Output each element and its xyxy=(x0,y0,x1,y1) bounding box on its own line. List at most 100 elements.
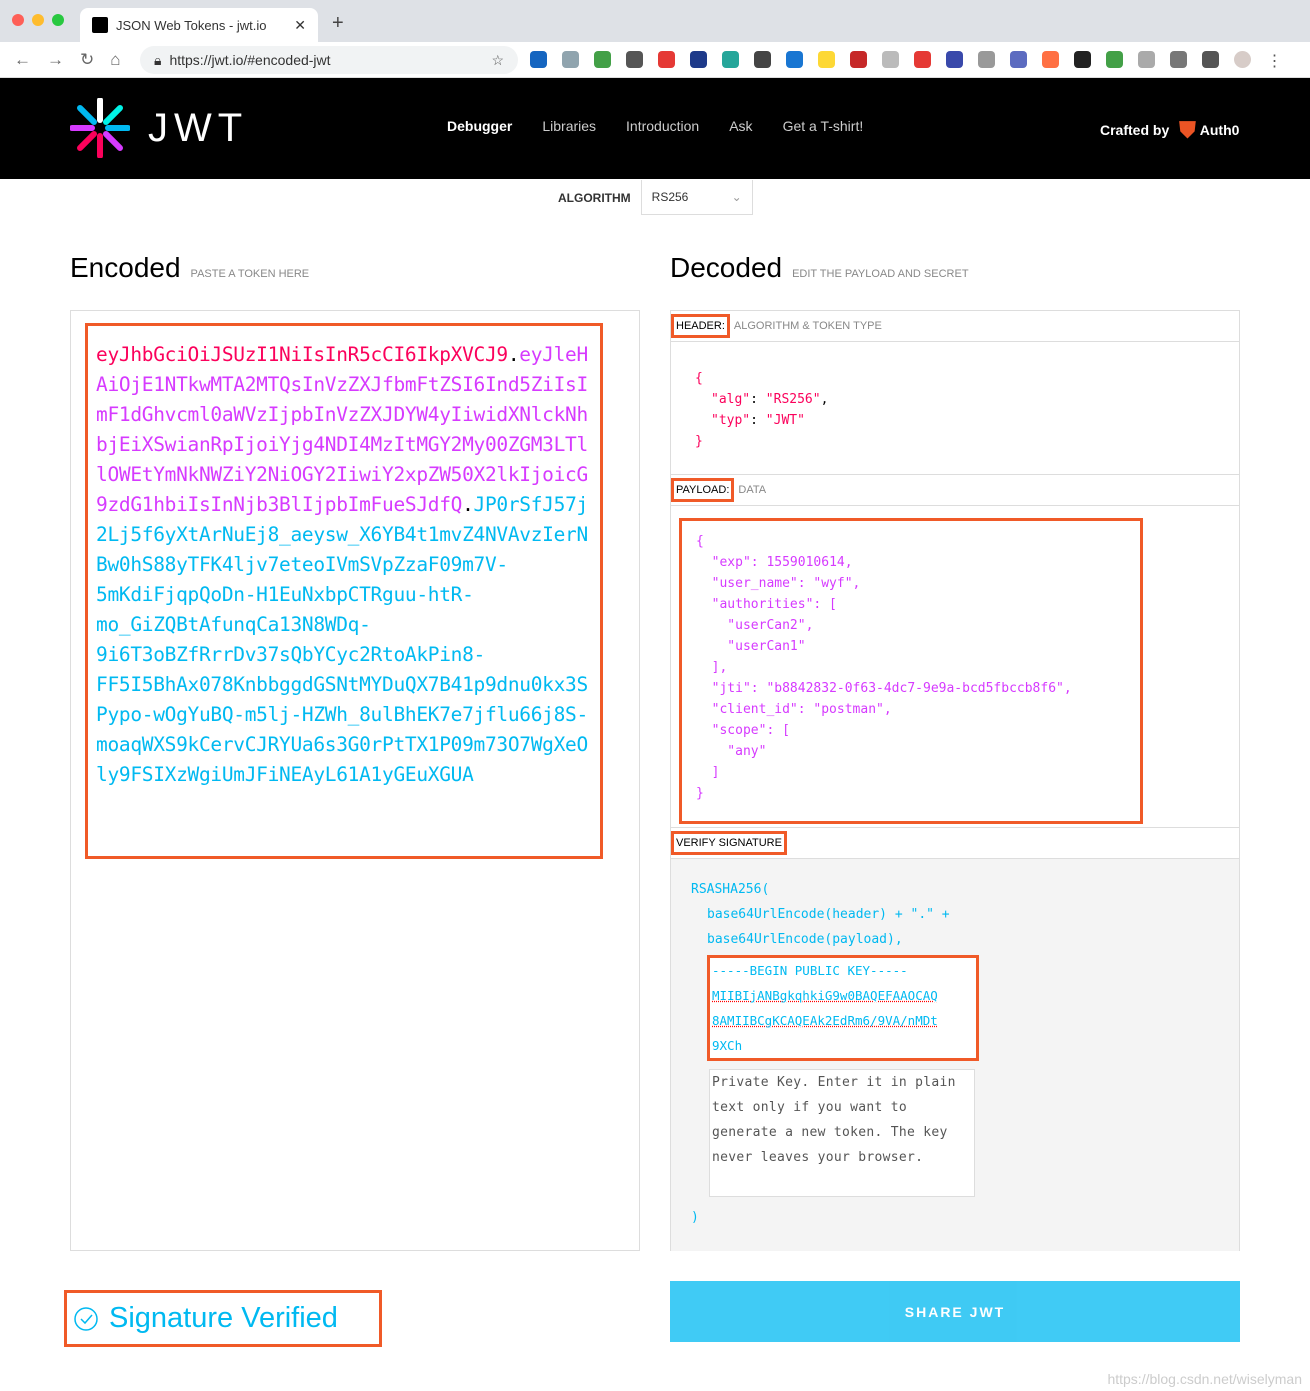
extension-icon[interactable] xyxy=(914,51,931,68)
public-key-line: MIIBIjANBgkqhkiG9w0BAQEFAAOCAQ xyxy=(712,988,938,1003)
share-jwt-button[interactable]: SHARE JWT xyxy=(670,1281,1240,1342)
verify-signature-body: RSASHA256( base64UrlEncode(header) + "."… xyxy=(671,859,1239,1251)
decoded-title: Decoded xyxy=(670,252,783,283)
encoded-title: Encoded xyxy=(70,252,181,283)
crafted-by-label: Crafted by xyxy=(1100,122,1170,138)
algorithm-select[interactable]: RS256 ⌄ xyxy=(640,180,753,215)
check-circle-icon xyxy=(74,1306,98,1331)
bookmark-star-icon[interactable]: ☆ xyxy=(491,52,504,69)
tab-title: JSON Web Tokens - jwt.io xyxy=(116,17,267,33)
token-payload-part: eyJleHAiOjE1NTkwMTA2MTQsInVzZXJfbmFtZSI6… xyxy=(96,343,588,516)
authority-value: userCan1 xyxy=(735,639,798,654)
extension-icon[interactable] xyxy=(754,51,771,68)
extension-icon[interactable] xyxy=(1074,51,1091,68)
nav-debugger[interactable]: Debugger xyxy=(447,118,512,134)
extension-icon[interactable] xyxy=(1138,51,1155,68)
encoded-token-input[interactable]: eyJhbGciOiJSUzI1NiIsInR5cCI6IkpXVCJ9.eyJ… xyxy=(85,323,603,859)
extension-icon[interactable] xyxy=(850,51,867,68)
payload-json[interactable]: { "exp": 1559010614, "user_name": "wyf",… xyxy=(679,518,1143,824)
extension-icon[interactable] xyxy=(626,51,643,68)
chevron-down-icon: ⌄ xyxy=(731,190,742,204)
extension-icon[interactable] xyxy=(946,51,963,68)
watermark: https://blog.csdn.net/wiselyman xyxy=(1107,1371,1302,1387)
jwt-favicon-icon xyxy=(92,17,108,33)
encoded-panel[interactable]: eyJhbGciOiJSUzI1NiIsInR5cCI6IkpXVCJ9.eyJ… xyxy=(70,310,640,1251)
public-key-input[interactable]: -----BEGIN PUBLIC KEY----- MIIBIjANBgkqh… xyxy=(707,955,979,1061)
extension-icon[interactable] xyxy=(690,51,707,68)
alg-value: RS256 xyxy=(773,392,813,407)
main-nav: Debugger Libraries Introduction Ask Get … xyxy=(447,118,863,134)
back-icon[interactable]: ← xyxy=(14,50,31,70)
auth0-label: Auth0 xyxy=(1199,122,1240,138)
nav-introduction[interactable]: Introduction xyxy=(626,118,699,134)
jwt-logo-icon xyxy=(70,98,130,158)
extension-icon[interactable] xyxy=(1010,51,1027,68)
header-desc: ALGORITHM & TOKEN TYPE xyxy=(733,320,882,332)
extension-icon[interactable] xyxy=(530,51,547,68)
algorithm-value: RS256 xyxy=(651,190,689,204)
payload-section-label: PAYLOAD: DATA xyxy=(671,475,1239,506)
close-tab-icon[interactable]: ✕ xyxy=(294,17,306,34)
scope-value: any xyxy=(735,744,759,759)
public-key-line: -----BEGIN PUBLIC KEY----- xyxy=(712,963,908,978)
logo-text: JWT xyxy=(148,105,249,150)
header-section-label: HEADER: ALGORITHM & TOKEN TYPE xyxy=(671,311,1239,342)
encoded-title-row: Encoded PASTE A TOKEN HERE xyxy=(70,252,309,284)
encoded-subtitle: PASTE A TOKEN HERE xyxy=(190,268,310,280)
auth0-shield-icon: ⛊ xyxy=(1179,117,1196,142)
token-header-part: eyJhbGciOiJSUzI1NiIsInR5cCI6IkpXVCJ9 xyxy=(96,343,508,366)
token-dot: . xyxy=(462,493,474,516)
extension-icon[interactable] xyxy=(722,51,739,68)
decoded-title-row: Decoded EDIT THE PAYLOAD AND SECRET xyxy=(670,252,969,284)
reload-icon[interactable]: ↻ xyxy=(80,50,94,70)
extension-icon[interactable] xyxy=(882,51,899,68)
verify-label: VERIFY SIGNATURE xyxy=(671,831,787,855)
verify-line1: base64UrlEncode(header) + "." + xyxy=(707,907,950,922)
private-key-input[interactable]: Private Key. Enter it in plain text only… xyxy=(709,1069,975,1197)
authority-value: userCan2 xyxy=(735,618,798,633)
extension-icon[interactable] xyxy=(1106,51,1123,68)
nav-libraries[interactable]: Libraries xyxy=(542,118,596,134)
profile-avatar[interactable] xyxy=(1234,51,1251,68)
browser-tab[interactable]: JSON Web Tokens - jwt.io ✕ xyxy=(80,8,318,42)
header-json-editor[interactable]: { "alg": "RS256", "typ": "JWT" } xyxy=(671,342,1239,475)
extension-icon[interactable] xyxy=(562,51,579,68)
verify-line2: base64UrlEncode(payload), xyxy=(707,932,903,947)
extension-icon[interactable] xyxy=(594,51,611,68)
client-id-value: postman xyxy=(821,702,877,717)
more-menu-icon[interactable]: ⋮ xyxy=(1266,51,1283,70)
public-key-line: 8AMIIBCgKCAQEAk2EdRm6/9VA/nMDt xyxy=(712,1013,938,1028)
nav-ask[interactable]: Ask xyxy=(729,118,752,134)
signature-verified-text: Signature Verified xyxy=(109,1302,338,1334)
site-header: JWT Debugger Libraries Introduction Ask … xyxy=(0,78,1310,179)
header-label: HEADER: xyxy=(671,314,730,338)
url-input[interactable]: 🔒︎ https://jwt.io/#encoded-jwt ☆ xyxy=(140,46,518,74)
new-tab-icon[interactable]: + xyxy=(332,12,344,35)
verify-close-paren: ) xyxy=(691,1210,699,1225)
crafted-by-auth0[interactable]: Crafted by ⛊ Auth0 xyxy=(1100,117,1239,143)
extension-icon[interactable] xyxy=(1170,51,1187,68)
lock-icon: 🔒︎ xyxy=(154,51,162,68)
extension-icon[interactable] xyxy=(1042,51,1059,68)
forward-icon[interactable]: → xyxy=(47,50,64,70)
extension-icon[interactable] xyxy=(818,51,835,68)
extension-icon[interactable] xyxy=(1202,51,1219,68)
user-name-value: wyf xyxy=(821,576,845,591)
signature-verified-status: Signature Verified xyxy=(64,1290,382,1347)
window-controls[interactable] xyxy=(12,14,64,26)
token-signature-part: JP0rSfJ57j2Lj5f6yXtArNuEj8_aeysw_X6YB4t1… xyxy=(96,493,588,786)
token-dot: . xyxy=(507,343,520,366)
extension-icon[interactable] xyxy=(978,51,995,68)
decoded-subtitle: EDIT THE PAYLOAD AND SECRET xyxy=(792,268,969,280)
extensions-bar: ⋮ xyxy=(530,51,1283,70)
extension-icon[interactable] xyxy=(786,51,803,68)
payload-json-editor[interactable]: { "exp": 1559010614, "user_name": "wyf",… xyxy=(671,506,1239,828)
jwt-logo[interactable]: JWT xyxy=(70,98,248,158)
extension-icon[interactable] xyxy=(658,51,675,68)
nav-tshirt[interactable]: Get a T-shirt! xyxy=(783,118,864,134)
verify-fn: RSASHA256( xyxy=(691,882,770,897)
home-icon[interactable]: ⌂ xyxy=(110,50,120,70)
algorithm-selector: ALGORITHM RS256 ⌄ xyxy=(558,180,753,215)
decoded-panel: HEADER: ALGORITHM & TOKEN TYPE { "alg": "… xyxy=(670,310,1240,1251)
typ-value: JWT xyxy=(773,413,798,428)
